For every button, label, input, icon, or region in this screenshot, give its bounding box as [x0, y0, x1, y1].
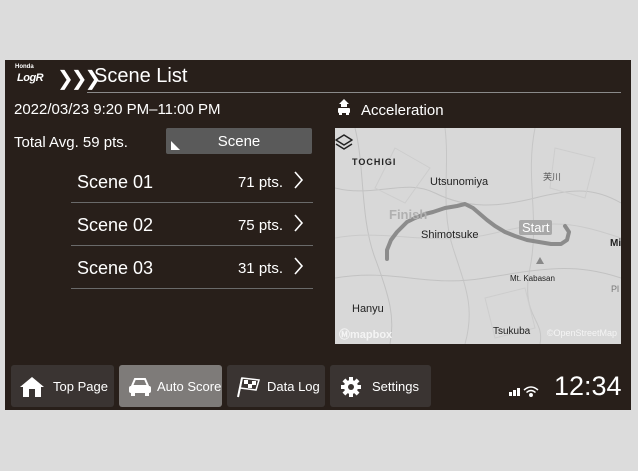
metric-label: Acceleration — [361, 102, 444, 119]
taskbar-label: Data Log — [267, 379, 320, 394]
car-icon — [129, 378, 151, 396]
scene-button-label: Scene — [217, 133, 261, 150]
status-icons — [509, 386, 539, 397]
taskbar-label: Top Page — [53, 379, 108, 394]
mapbox-attribution: Ⓜmapbox — [339, 329, 393, 341]
taskbar-label: Auto Score — [157, 379, 222, 394]
taskbar-label: Settings — [372, 379, 419, 394]
home-icon — [20, 377, 44, 397]
gear-icon — [341, 377, 361, 397]
chevron-right-icon — [294, 257, 304, 275]
logo-mark: LogR — [17, 72, 44, 84]
map-label-edge-pl: Pl — [611, 284, 620, 294]
map-label-kanji: 芙川 — [543, 172, 562, 182]
map-label-shimotsuke: Shimotsuke — [421, 229, 479, 241]
total-average: Total Avg. 59 pts. — [14, 134, 128, 151]
honda-logr-logo: Honda LogR — [15, 64, 53, 88]
map-label-hanyu: Hanyu — [352, 303, 384, 315]
triple-chevron-icon: ❯❯❯ — [57, 68, 101, 90]
map-label-utsunomiya: Utsunomiya — [430, 176, 489, 188]
map-label-mt-kabasan: Mt. Kabasan — [510, 274, 555, 283]
scene-row-03[interactable]: Scene 03 31 pts. — [71, 246, 313, 289]
checkered-flag-icon — [237, 377, 260, 398]
chevron-right-icon — [294, 214, 304, 232]
car-acceleration-icon — [338, 99, 350, 115]
route-start-label: Start — [519, 220, 553, 235]
wifi-icon — [523, 386, 539, 397]
scene-points: 31 pts. — [237, 260, 283, 277]
osm-attribution: ©OpenStreetMap — [546, 328, 617, 338]
scene-points: 71 pts. — [237, 174, 283, 191]
route-finish-label: Finish — [389, 207, 428, 222]
scene-row-01[interactable]: Scene 01 71 pts. — [71, 160, 313, 203]
session-date-range: 2022/03/23 9:20 PM–11:00 PM — [14, 101, 221, 118]
header: Honda LogR ❯❯❯ Scene List — [5, 60, 631, 92]
scene-name: Scene 03 — [77, 258, 154, 278]
taskbar-data-log[interactable]: Data Log — [227, 365, 325, 407]
map-label-tochigi: TOCHIGI — [352, 157, 397, 167]
mapbox-attribution-text: mapbox — [350, 329, 393, 341]
status-clock: 12:34 — [554, 371, 622, 401]
map-label-tsukuba: Tsukuba — [493, 326, 531, 337]
taskbar-top-page[interactable]: Top Page — [11, 365, 114, 407]
map-label-edge-mi: Mi — [610, 238, 621, 249]
scene-points: 75 pts. — [237, 217, 283, 234]
scene-row-02[interactable]: Scene 02 75 pts. — [71, 203, 313, 246]
screen: Honda LogR ❯❯❯ Scene List 2022/03/23 9:2… — [5, 60, 631, 410]
signal-icon — [509, 388, 520, 396]
layers-icon[interactable] — [335, 133, 353, 151]
logo-brand: Honda — [15, 64, 34, 70]
header-divider — [87, 92, 621, 93]
chevron-right-icon — [294, 171, 304, 189]
scene-name: Scene 01 — [77, 172, 154, 192]
route-map[interactable]: TOCHIGI Utsunomiya 芙川 Shimotsuke Hanyu T… — [335, 128, 621, 344]
scene-sort-button[interactable]: Scene — [166, 128, 312, 154]
page-title: Scene List — [94, 65, 188, 87]
scene-name: Scene 02 — [77, 215, 154, 235]
taskbar-settings[interactable]: Settings — [330, 365, 431, 407]
taskbar-auto-score[interactable]: Auto Score — [119, 365, 222, 407]
